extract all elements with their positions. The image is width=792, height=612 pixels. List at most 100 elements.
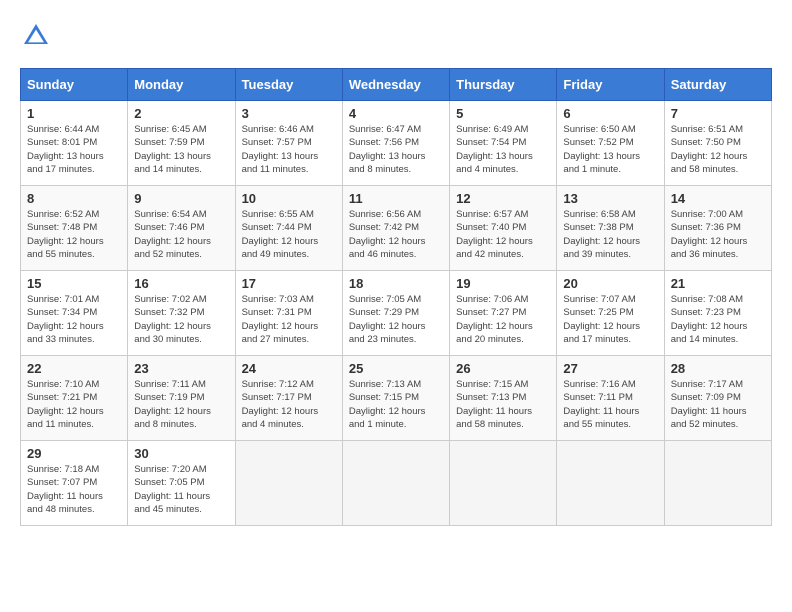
- logo-icon: [20, 20, 52, 52]
- calendar-day-cell: 9 Sunrise: 6:54 AM Sunset: 7:46 PM Dayli…: [128, 186, 235, 271]
- day-number: 4: [349, 106, 443, 121]
- sunrise: Sunrise: 7:13 AM: [349, 379, 421, 390]
- daylight: Daylight: 13 hours and 14 minutes.: [134, 151, 211, 175]
- sunset: Sunset: 7:36 PM: [671, 222, 741, 233]
- calendar-day-cell: 20 Sunrise: 7:07 AM Sunset: 7:25 PM Dayl…: [557, 271, 664, 356]
- daylight: Daylight: 11 hours and 58 minutes.: [456, 406, 532, 430]
- calendar-day-cell: 7 Sunrise: 6:51 AM Sunset: 7:50 PM Dayli…: [664, 101, 771, 186]
- sunset: Sunset: 7:31 PM: [242, 307, 312, 318]
- day-info: Sunrise: 7:08 AM Sunset: 7:23 PM Dayligh…: [671, 293, 765, 346]
- daylight: Daylight: 12 hours and 33 minutes.: [27, 321, 104, 345]
- calendar-header-row: SundayMondayTuesdayWednesdayThursdayFrid…: [21, 69, 772, 101]
- sunset: Sunset: 7:40 PM: [456, 222, 526, 233]
- daylight: Daylight: 12 hours and 23 minutes.: [349, 321, 426, 345]
- day-number: 28: [671, 361, 765, 376]
- sunrise: Sunrise: 6:45 AM: [134, 124, 206, 135]
- day-number: 7: [671, 106, 765, 121]
- day-info: Sunrise: 6:57 AM Sunset: 7:40 PM Dayligh…: [456, 208, 550, 261]
- sunrise: Sunrise: 7:11 AM: [134, 379, 206, 390]
- day-of-week-header: Friday: [557, 69, 664, 101]
- calendar-week-row: 1 Sunrise: 6:44 AM Sunset: 8:01 PM Dayli…: [21, 101, 772, 186]
- daylight: Daylight: 12 hours and 46 minutes.: [349, 236, 426, 260]
- day-info: Sunrise: 7:15 AM Sunset: 7:13 PM Dayligh…: [456, 378, 550, 431]
- day-number: 6: [563, 106, 657, 121]
- day-number: 9: [134, 191, 228, 206]
- day-info: Sunrise: 7:02 AM Sunset: 7:32 PM Dayligh…: [134, 293, 228, 346]
- calendar-week-row: 15 Sunrise: 7:01 AM Sunset: 7:34 PM Dayl…: [21, 271, 772, 356]
- calendar-day-cell: [450, 441, 557, 526]
- calendar-day-cell: 25 Sunrise: 7:13 AM Sunset: 7:15 PM Dayl…: [342, 356, 449, 441]
- day-info: Sunrise: 7:10 AM Sunset: 7:21 PM Dayligh…: [27, 378, 121, 431]
- day-number: 16: [134, 276, 228, 291]
- sunrise: Sunrise: 7:17 AM: [671, 379, 743, 390]
- daylight: Daylight: 11 hours and 55 minutes.: [563, 406, 639, 430]
- sunset: Sunset: 7:09 PM: [671, 392, 741, 403]
- sunrise: Sunrise: 6:47 AM: [349, 124, 421, 135]
- daylight: Daylight: 12 hours and 17 minutes.: [563, 321, 640, 345]
- calendar-day-cell: 23 Sunrise: 7:11 AM Sunset: 7:19 PM Dayl…: [128, 356, 235, 441]
- sunset: Sunset: 7:48 PM: [27, 222, 97, 233]
- logo: [20, 20, 56, 52]
- sunset: Sunset: 7:27 PM: [456, 307, 526, 318]
- calendar-day-cell: 24 Sunrise: 7:12 AM Sunset: 7:17 PM Dayl…: [235, 356, 342, 441]
- calendar-day-cell: 10 Sunrise: 6:55 AM Sunset: 7:44 PM Dayl…: [235, 186, 342, 271]
- calendar-day-cell: 22 Sunrise: 7:10 AM Sunset: 7:21 PM Dayl…: [21, 356, 128, 441]
- day-number: 26: [456, 361, 550, 376]
- calendar-day-cell: 13 Sunrise: 6:58 AM Sunset: 7:38 PM Dayl…: [557, 186, 664, 271]
- sunrise: Sunrise: 6:52 AM: [27, 209, 99, 220]
- page-header: [20, 20, 772, 52]
- sunset: Sunset: 7:32 PM: [134, 307, 204, 318]
- daylight: Daylight: 12 hours and 8 minutes.: [134, 406, 211, 430]
- day-number: 1: [27, 106, 121, 121]
- calendar-day-cell: 12 Sunrise: 6:57 AM Sunset: 7:40 PM Dayl…: [450, 186, 557, 271]
- sunset: Sunset: 7:19 PM: [134, 392, 204, 403]
- day-of-week-header: Saturday: [664, 69, 771, 101]
- day-number: 20: [563, 276, 657, 291]
- calendar-day-cell: 28 Sunrise: 7:17 AM Sunset: 7:09 PM Dayl…: [664, 356, 771, 441]
- sunset: Sunset: 7:38 PM: [563, 222, 633, 233]
- day-number: 5: [456, 106, 550, 121]
- sunset: Sunset: 7:23 PM: [671, 307, 741, 318]
- sunset: Sunset: 7:05 PM: [134, 477, 204, 488]
- daylight: Daylight: 13 hours and 11 minutes.: [242, 151, 319, 175]
- calendar-day-cell: [235, 441, 342, 526]
- day-info: Sunrise: 6:52 AM Sunset: 7:48 PM Dayligh…: [27, 208, 121, 261]
- daylight: Daylight: 12 hours and 55 minutes.: [27, 236, 104, 260]
- day-number: 18: [349, 276, 443, 291]
- calendar-day-cell: 2 Sunrise: 6:45 AM Sunset: 7:59 PM Dayli…: [128, 101, 235, 186]
- daylight: Daylight: 12 hours and 52 minutes.: [134, 236, 211, 260]
- daylight: Daylight: 13 hours and 8 minutes.: [349, 151, 426, 175]
- day-info: Sunrise: 7:00 AM Sunset: 7:36 PM Dayligh…: [671, 208, 765, 261]
- day-number: 12: [456, 191, 550, 206]
- sunset: Sunset: 8:01 PM: [27, 137, 97, 148]
- sunset: Sunset: 7:50 PM: [671, 137, 741, 148]
- day-number: 30: [134, 446, 228, 461]
- daylight: Daylight: 12 hours and 1 minute.: [349, 406, 426, 430]
- day-info: Sunrise: 7:17 AM Sunset: 7:09 PM Dayligh…: [671, 378, 765, 431]
- calendar-week-row: 8 Sunrise: 6:52 AM Sunset: 7:48 PM Dayli…: [21, 186, 772, 271]
- sunset: Sunset: 7:57 PM: [242, 137, 312, 148]
- calendar-week-row: 22 Sunrise: 7:10 AM Sunset: 7:21 PM Dayl…: [21, 356, 772, 441]
- sunrise: Sunrise: 7:18 AM: [27, 464, 99, 475]
- sunset: Sunset: 7:59 PM: [134, 137, 204, 148]
- sunrise: Sunrise: 7:03 AM: [242, 294, 314, 305]
- sunrise: Sunrise: 7:15 AM: [456, 379, 528, 390]
- daylight: Daylight: 12 hours and 39 minutes.: [563, 236, 640, 260]
- sunset: Sunset: 7:25 PM: [563, 307, 633, 318]
- calendar-day-cell: 1 Sunrise: 6:44 AM Sunset: 8:01 PM Dayli…: [21, 101, 128, 186]
- day-info: Sunrise: 7:07 AM Sunset: 7:25 PM Dayligh…: [563, 293, 657, 346]
- day-info: Sunrise: 7:18 AM Sunset: 7:07 PM Dayligh…: [27, 463, 121, 516]
- sunrise: Sunrise: 7:07 AM: [563, 294, 635, 305]
- day-number: 17: [242, 276, 336, 291]
- sunrise: Sunrise: 6:44 AM: [27, 124, 99, 135]
- day-of-week-header: Tuesday: [235, 69, 342, 101]
- day-info: Sunrise: 7:05 AM Sunset: 7:29 PM Dayligh…: [349, 293, 443, 346]
- day-info: Sunrise: 6:56 AM Sunset: 7:42 PM Dayligh…: [349, 208, 443, 261]
- daylight: Daylight: 12 hours and 11 minutes.: [27, 406, 104, 430]
- sunrise: Sunrise: 7:01 AM: [27, 294, 99, 305]
- day-of-week-header: Sunday: [21, 69, 128, 101]
- daylight: Daylight: 12 hours and 30 minutes.: [134, 321, 211, 345]
- sunrise: Sunrise: 7:00 AM: [671, 209, 743, 220]
- calendar-body: 1 Sunrise: 6:44 AM Sunset: 8:01 PM Dayli…: [21, 101, 772, 526]
- day-info: Sunrise: 7:20 AM Sunset: 7:05 PM Dayligh…: [134, 463, 228, 516]
